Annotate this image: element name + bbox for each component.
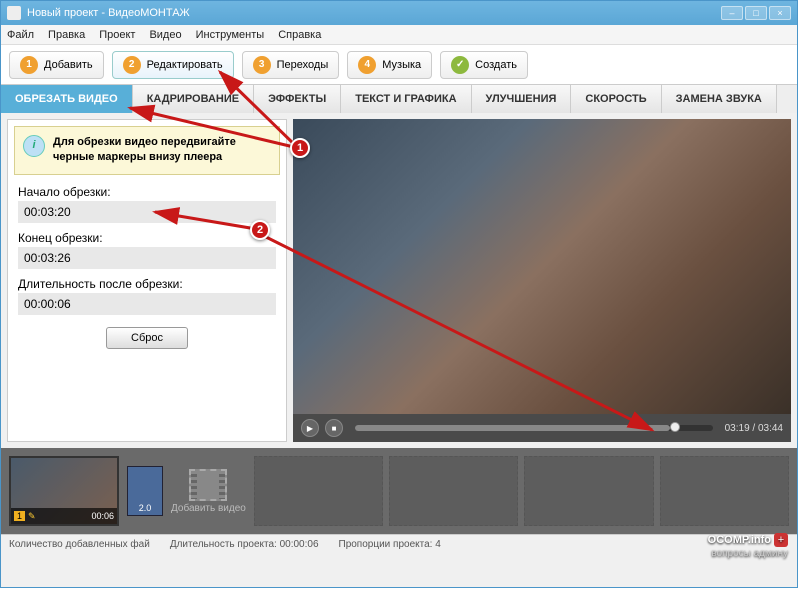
status-files: Количество добавленных фай (9, 539, 150, 550)
annotation-marker-2: 2 (250, 220, 270, 240)
empty-slot[interactable] (524, 456, 653, 526)
tab-crop[interactable]: КАДРИРОВАНИЕ (133, 85, 254, 113)
film-icon (189, 469, 227, 501)
status-proportions: Пропорции проекта: 4 (339, 539, 441, 550)
hint-text: Для обрезки видео передвигайте черные ма… (53, 135, 271, 166)
maximize-button[interactable]: □ (745, 6, 767, 20)
info-icon: i (23, 135, 45, 157)
pencil-icon[interactable]: ✎ (28, 511, 36, 522)
trim-end-value[interactable]: 00:03:26 (18, 247, 276, 269)
watermark: OCOMP.info+ вопросы админу (708, 533, 788, 560)
clip-duration: 00:06 (91, 511, 114, 521)
trim-duration-label: Длительность после обрезки: (18, 277, 276, 291)
menu-tools[interactable]: Инструменты (196, 29, 265, 41)
trim-start-label: Начало обрезки: (18, 185, 276, 199)
menu-edit[interactable]: Правка (48, 29, 85, 41)
timeline-clip[interactable]: 1 ✎ 00:06 (9, 456, 119, 526)
status-duration: Длительность проекта: 00:00:06 (170, 539, 319, 550)
hint-box: i Для обрезки видео передвигайте черные … (14, 126, 280, 175)
menu-file[interactable]: Файл (7, 29, 34, 41)
player-time: 03:19 / 03:44 (725, 423, 783, 434)
play-button[interactable]: ▶ (301, 419, 319, 437)
step-edit[interactable]: 2Редактировать (112, 51, 234, 79)
add-video-button[interactable]: Добавить видео (171, 469, 246, 514)
reset-button[interactable]: Сброс (106, 327, 188, 349)
tab-text[interactable]: ТЕКСТ И ГРАФИКА (341, 85, 471, 113)
video-frame[interactable] (293, 119, 791, 414)
trim-start-value[interactable]: 00:03:20 (18, 201, 276, 223)
close-button[interactable]: × (769, 6, 791, 20)
step-add[interactable]: 1Добавить (9, 51, 104, 79)
trim-end-label: Конец обрезки: (18, 231, 276, 245)
edit-tabs: ОБРЕЗАТЬ ВИДЕО КАДРИРОВАНИЕ ЭФФЕКТЫ ТЕКС… (1, 85, 797, 113)
menu-help[interactable]: Справка (278, 29, 321, 41)
trim-panel: i Для обрезки видео передвигайте черные … (7, 119, 287, 442)
player-controls: ▶ ■ 03:19 / 03:44 (293, 414, 791, 442)
step-transitions[interactable]: 3Переходы (242, 51, 340, 79)
step-create[interactable]: ✓Создать (440, 51, 528, 79)
seek-knob[interactable] (670, 422, 680, 432)
annotation-marker-1: 1 (290, 138, 310, 158)
minimize-button[interactable]: – (721, 6, 743, 20)
empty-slot[interactable] (389, 456, 518, 526)
clip-index: 1 (14, 511, 25, 521)
tab-speed[interactable]: СКОРОСТЬ (571, 85, 661, 113)
empty-slot[interactable] (254, 456, 383, 526)
app-icon (7, 6, 21, 20)
timeline: 1 ✎ 00:06 2.0 Добавить видео (1, 448, 797, 534)
stop-button[interactable]: ■ (325, 419, 343, 437)
step-music[interactable]: 4Музыка (347, 51, 432, 79)
empty-slot[interactable] (660, 456, 789, 526)
tab-effects[interactable]: ЭФФЕКТЫ (254, 85, 341, 113)
tab-audio[interactable]: ЗАМЕНА ЗВУКА (662, 85, 777, 113)
tab-enhance[interactable]: УЛУЧШЕНИЯ (472, 85, 572, 113)
menu-video[interactable]: Видео (149, 29, 181, 41)
trim-duration-value: 00:00:06 (18, 293, 276, 315)
window-title: Новый проект - ВидеоМОНТАЖ (27, 7, 190, 19)
menu-project[interactable]: Проект (99, 29, 135, 41)
tab-trim[interactable]: ОБРЕЗАТЬ ВИДЕО (1, 85, 133, 113)
seek-bar[interactable] (355, 425, 713, 431)
titlebar: Новый проект - ВидеоМОНТАЖ – □ × (1, 1, 797, 25)
transition-clip[interactable]: 2.0 (127, 466, 163, 516)
video-player: ▶ ■ 03:19 / 03:44 (293, 119, 791, 442)
menubar: Файл Правка Проект Видео Инструменты Спр… (1, 25, 797, 45)
statusbar: Количество добавленных фай Длительность … (1, 534, 797, 554)
step-toolbar: 1Добавить 2Редактировать 3Переходы 4Музы… (1, 45, 797, 85)
